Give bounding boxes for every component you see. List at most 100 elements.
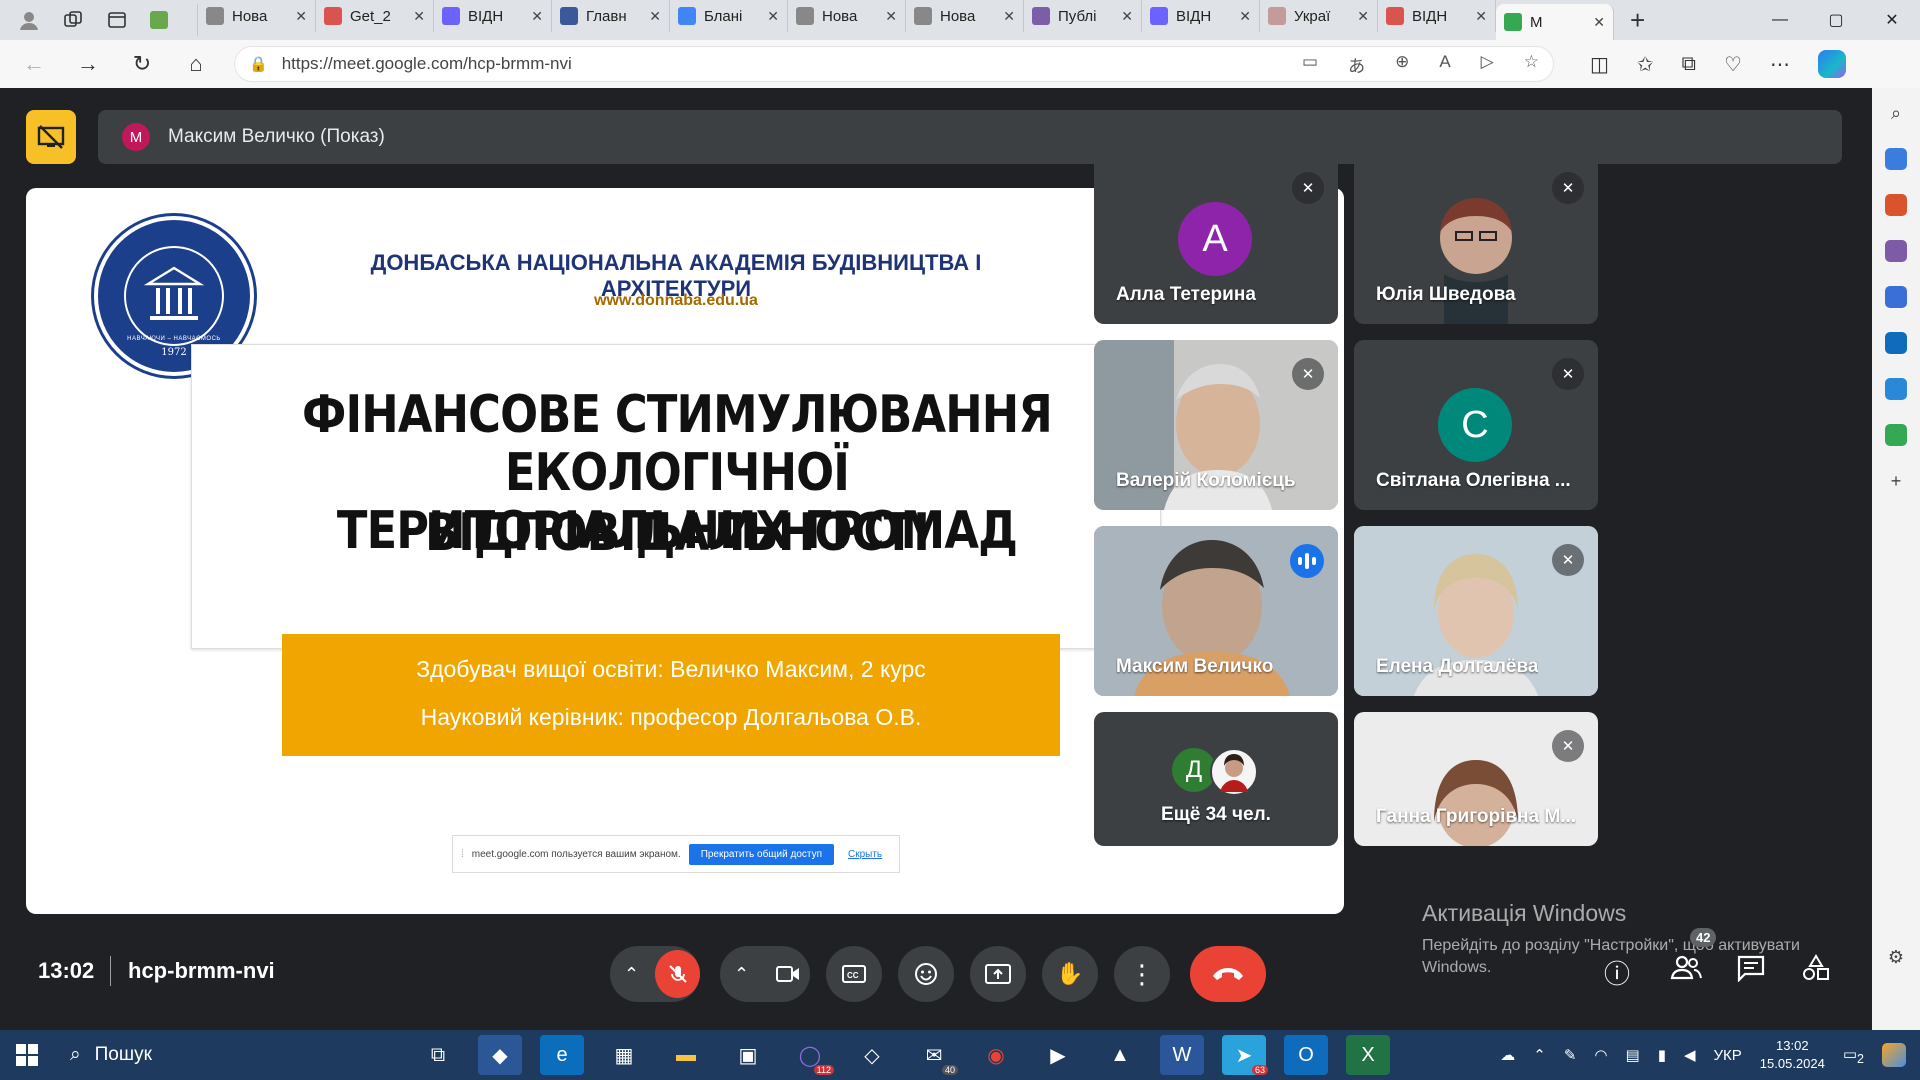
maximize-icon[interactable]: ▢ [1808, 0, 1864, 40]
zoom-icon[interactable]: ⊕ [1395, 52, 1409, 77]
clock[interactable]: 13:02 15.05.2024 [1760, 1037, 1825, 1073]
mic-tray-icon[interactable]: ▮ [1658, 1046, 1666, 1064]
participant-tile[interactable]: ✕ Юлія Шведова [1354, 154, 1598, 324]
volume-icon[interactable]: ◀ [1684, 1046, 1696, 1064]
start-button[interactable] [0, 1030, 54, 1080]
meeting-details-icon[interactable]: ⓘ [1604, 954, 1630, 991]
tab-close-icon[interactable]: ✕ [885, 8, 897, 25]
browser-tab[interactable]: Нова ✕ [906, 0, 1024, 32]
tray-overflow-icon[interactable]: ⌃ [1533, 1046, 1546, 1064]
file-explorer-icon[interactable]: ▬ [664, 1035, 708, 1075]
workspaces-icon[interactable] [58, 5, 88, 35]
excel-icon[interactable]: X [1346, 1035, 1390, 1075]
outlook-new-icon[interactable]: O [1284, 1035, 1328, 1075]
participant-tile[interactable]: С ✕ Світлана Олегівна ... [1354, 340, 1598, 510]
tab-close-icon[interactable]: ✕ [295, 8, 307, 25]
translate-icon[interactable]: あ [1348, 52, 1365, 77]
browser-tab[interactable]: Публі ✕ [1024, 0, 1142, 32]
photos-icon[interactable]: ▲ [1098, 1035, 1142, 1075]
browser-tab[interactable]: Украї ✕ [1260, 0, 1378, 32]
browser-tab[interactable]: Блані ✕ [670, 0, 788, 32]
leave-call-button[interactable] [1190, 946, 1266, 1002]
captions-button[interactable]: CC [826, 946, 882, 1002]
send-icon[interactable] [1885, 378, 1907, 400]
refresh-icon[interactable]: ↻ [122, 44, 162, 84]
meet-sidebar-icon[interactable] [1885, 424, 1907, 446]
browser-essentials-icon[interactable]: ♡ [1724, 52, 1742, 77]
hide-link[interactable]: Скрыть [848, 849, 882, 860]
browser-tab[interactable]: ВІДН ✕ [1142, 0, 1260, 32]
printer-icon[interactable]: ▤ [1626, 1046, 1640, 1064]
tab-close-icon[interactable]: ✕ [413, 8, 425, 25]
games-icon[interactable] [1885, 240, 1907, 262]
floppy-app-icon[interactable]: ▣ [726, 1035, 770, 1075]
tab-close-icon[interactable]: ✕ [649, 8, 661, 25]
chat-icon[interactable] [1736, 954, 1766, 989]
stop-sharing-button[interactable]: Прекратить общий доступ [688, 843, 834, 865]
sidebar-search-icon[interactable]: ⌕ [1885, 102, 1907, 124]
activities-icon[interactable] [1802, 954, 1830, 989]
shopping-icon[interactable] [1885, 148, 1907, 170]
viber-icon[interactable]: ◯ 112 [788, 1035, 834, 1075]
tab-close-icon[interactable]: ✕ [1121, 8, 1133, 25]
tab-close-icon[interactable]: ✕ [1593, 14, 1605, 31]
pen-icon[interactable]: ✎ [1564, 1046, 1577, 1064]
site-info-icon[interactable]: 🔒 [249, 55, 268, 73]
notes-app-icon[interactable]: ◇ [850, 1035, 894, 1075]
raise-hand-button[interactable]: ✋ [1042, 946, 1098, 1002]
mail-icon[interactable]: ✉ 40 [912, 1035, 958, 1075]
browser-tab[interactable]: Нова ✕ [198, 0, 316, 32]
stop-presenting-icon[interactable] [26, 110, 76, 164]
tab-close-icon[interactable]: ✕ [1003, 8, 1015, 25]
participant-tile[interactable]: ✕ Елена Долгалёва [1354, 526, 1598, 696]
tab-close-icon[interactable]: ✕ [531, 8, 543, 25]
collections-icon[interactable]: ⧉ [1682, 53, 1696, 76]
new-tab-button[interactable]: + [1630, 5, 1645, 36]
home-icon[interactable]: ⌂ [176, 44, 216, 84]
url-field[interactable]: 🔒 https://meet.google.com/hcp-brmm-nvi ▭… [234, 46, 1554, 82]
copilot-taskbar-icon[interactable]: ◆ [478, 1035, 522, 1075]
close-window-icon[interactable]: ✕ [1864, 0, 1920, 40]
language-indicator[interactable]: УКР [1714, 1047, 1742, 1064]
sidebar-settings-icon[interactable]: ⚙ [1885, 946, 1907, 968]
present-button[interactable] [970, 946, 1026, 1002]
tab-close-icon[interactable]: ✕ [1475, 8, 1487, 25]
browser-tab[interactable]: М ✕ [1496, 4, 1614, 40]
telegram-icon[interactable]: ➤ 63 [1222, 1035, 1268, 1075]
favorites-icon[interactable]: ✩ [1637, 52, 1654, 77]
profile-icon[interactable] [14, 5, 44, 35]
tab-close-icon[interactable]: ✕ [1239, 8, 1251, 25]
read-aloud-icon[interactable]: A [1439, 52, 1450, 77]
participant-tile[interactable]: А ✕ Алла Тетерина [1094, 154, 1338, 324]
forward-icon[interactable]: → [68, 44, 108, 84]
notifications-icon[interactable]: ▭2 [1843, 1045, 1864, 1066]
more-participants-tile[interactable]: Д Ещё 34 чел. [1094, 712, 1338, 846]
tools-icon[interactable] [1885, 194, 1907, 216]
taskbar-search[interactable]: ⌕ Пошук [54, 1035, 324, 1075]
word-icon[interactable]: W [1160, 1035, 1204, 1075]
task-view-icon[interactable]: ⧉ [416, 1035, 460, 1075]
wifi-icon[interactable]: ◠ [1594, 1046, 1607, 1064]
browser-tab[interactable]: ВІДН ✕ [434, 0, 552, 32]
browser-tab[interactable]: ВІДН ✕ [1378, 0, 1496, 32]
browser-tab[interactable]: Get_2 ✕ [316, 0, 434, 32]
people-icon[interactable] [1670, 954, 1702, 987]
favorite-star-icon[interactable]: ☆ [1524, 52, 1539, 77]
tab-close-icon[interactable]: ✕ [1357, 8, 1369, 25]
microsoft365-icon[interactable] [1885, 286, 1907, 308]
mic-off-button[interactable] [655, 950, 700, 998]
chrome-icon[interactable]: ◉ [974, 1035, 1018, 1075]
minimize-icon[interactable]: — [1752, 0, 1808, 40]
more-options-button[interactable]: ⋮ [1114, 946, 1170, 1002]
video-options-chevron-icon[interactable]: ⌃ [734, 964, 749, 985]
tab-actions-icon[interactable] [102, 5, 132, 35]
more-menu-icon[interactable]: ⋯ [1770, 52, 1790, 77]
app-available-icon[interactable]: ▷ [1481, 52, 1494, 77]
audio-options-chevron-icon[interactable]: ⌃ [624, 964, 639, 985]
browser-tab[interactable]: Главн ✕ [552, 0, 670, 32]
add-sidebar-icon[interactable]: + [1885, 470, 1907, 492]
camera-icon[interactable]: ▭ [1302, 52, 1318, 77]
tab-close-icon[interactable]: ✕ [767, 8, 779, 25]
outlook-icon[interactable] [1885, 332, 1907, 354]
copilot-icon[interactable] [1817, 50, 1846, 78]
